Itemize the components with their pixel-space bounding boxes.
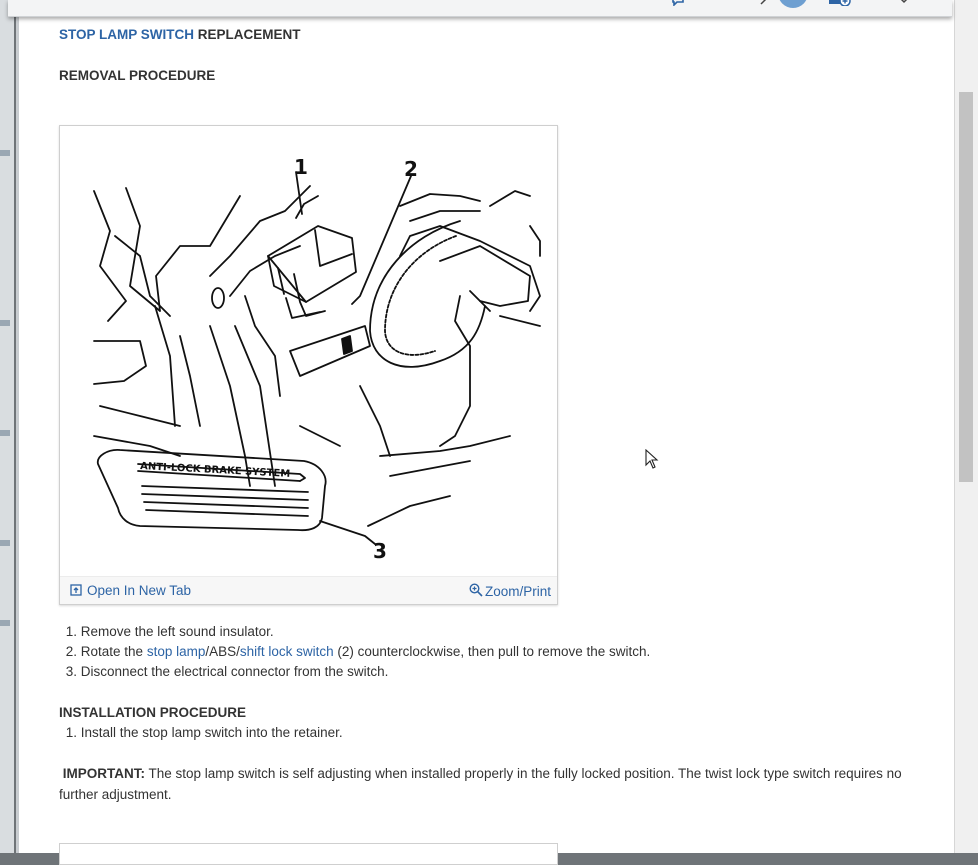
- removal-step-3: 3. Disconnect the electrical connector f…: [65, 664, 389, 679]
- scrollbar[interactable]: [954, 0, 978, 853]
- open-new-tab-link[interactable]: Open In New Tab: [70, 583, 191, 598]
- callout-3: 3: [373, 539, 387, 563]
- title-rest: REPLACEMENT: [194, 27, 301, 42]
- removal-heading: REMOVAL PROCEDURE: [59, 68, 216, 83]
- background-blip: [0, 540, 10, 546]
- pedal-label: ANTI-LOCK BRAKE SYSTEM: [140, 461, 291, 480]
- page-title: STOP LAMP SWITCH REPLACEMENT: [59, 27, 301, 42]
- zoom-print-link[interactable]: Zoom/Print: [469, 583, 551, 599]
- scrollbar-thumb[interactable]: [959, 92, 973, 482]
- important-text: The stop lamp switch is self adjusting w…: [59, 766, 902, 802]
- important-label: IMPORTANT:: [62, 766, 146, 781]
- chevron-down-icon[interactable]: [898, 0, 910, 6]
- callout-2: 2: [404, 157, 418, 181]
- comment-icon[interactable]: [672, 0, 684, 6]
- background-blip: [0, 430, 10, 436]
- background-blip: [0, 320, 10, 326]
- zoom-icon: [469, 583, 483, 597]
- removal-step-2: 2. Rotate the stop lamp/ABS/shift lock s…: [65, 644, 651, 659]
- installation-heading: INSTALLATION PROCEDURE: [59, 705, 246, 720]
- background-page-edge: [0, 0, 14, 853]
- figure-footer: Open In New Tab Zoom/Print: [60, 576, 557, 604]
- open-new-tab-label: Open In New Tab: [87, 583, 192, 598]
- mouse-cursor-icon: [645, 449, 659, 469]
- background-blip: [0, 620, 10, 626]
- important-note: IMPORTANT: The stop lamp switch is self …: [59, 763, 939, 805]
- open-new-tab-icon: [70, 584, 82, 596]
- installation-step-1: 1. Install the stop lamp switch into the…: [65, 725, 343, 740]
- avatar[interactable]: [778, 0, 808, 8]
- top-toolbar: [8, 0, 952, 17]
- article-panel: STOP LAMP SWITCH REPLACEMENT REMOVAL PRO…: [16, 0, 957, 865]
- title-link[interactable]: STOP LAMP SWITCH: [59, 27, 194, 42]
- stop-lamp-switch-illustration: 1 2 3 ANTI-LOCK BRAKE SYSTEM: [93, 155, 541, 563]
- removal-step-1: 1. Remove the left sound insulator.: [65, 624, 274, 639]
- background-blip: [0, 150, 10, 156]
- shift-lock-switch-link[interactable]: shift lock switch: [240, 644, 334, 659]
- zoom-print-label: Zoom/Print: [484, 584, 551, 599]
- callout-1: 1: [294, 155, 308, 179]
- chevron-icon[interactable]: [758, 0, 770, 6]
- stop-lamp-link[interactable]: stop lamp: [147, 644, 206, 659]
- figure-card: 1 2 3 ANTI-LOCK BRAKE SYSTEM Open In New…: [59, 125, 558, 605]
- add-folder-icon[interactable]: [828, 0, 852, 6]
- next-figure-card: [59, 843, 558, 865]
